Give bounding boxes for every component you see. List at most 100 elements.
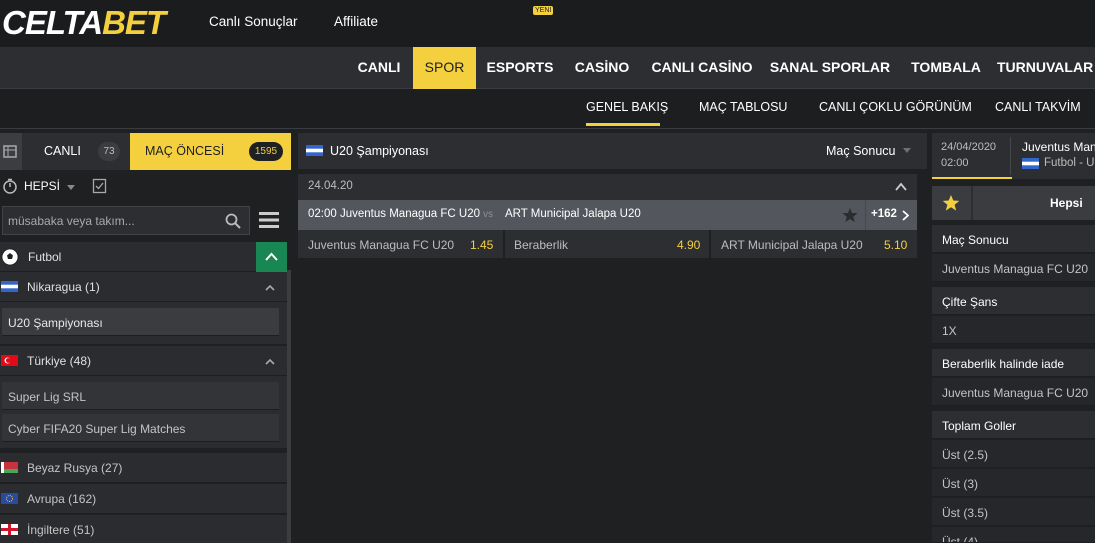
match-date: 24/04/2020 — [941, 141, 997, 153]
live-count-badge: 73 — [98, 142, 120, 161]
sport-row-futbol[interactable]: Futbol — [0, 242, 256, 272]
checklist-icon[interactable] — [92, 178, 108, 197]
europe-flag-icon — [1, 493, 18, 504]
country-label: Beyaz Rusya (27) — [27, 461, 123, 475]
nav-esports[interactable]: ESPORTS — [481, 47, 559, 89]
market-header-beraberlik-iade[interactable]: Beraberlik halinde iade — [932, 349, 1095, 377]
tab-canli-label: CANLI — [44, 144, 81, 158]
nicaragua-flag-icon — [1, 281, 18, 292]
nav-casino[interactable]: CASİNO — [567, 47, 637, 89]
date-row: 24.04.20 — [298, 174, 917, 200]
chevron-down-icon[interactable] — [902, 147, 912, 155]
divider — [1010, 137, 1011, 175]
chevron-right-icon[interactable] — [902, 210, 909, 221]
soccer-ball-icon — [1, 248, 19, 266]
tab-mac-oncesi[interactable]: MAÇ ÖNCESİ 1595 — [130, 133, 291, 170]
chevron-up-icon[interactable] — [895, 182, 907, 191]
market-option[interactable]: Juventus Managua FC U20 — [932, 378, 1095, 406]
brand-logo[interactable]: CELTABET — [2, 4, 166, 42]
subnav-canli-coklu[interactable]: CANLI ÇOKLU GÖRÜNÜM — [819, 100, 972, 114]
market-option[interactable]: Juventus Managua FC U20 — [932, 254, 1095, 282]
star-icon — [942, 195, 960, 211]
nav-canli-casino[interactable]: CANLI CASİNO — [645, 47, 759, 89]
nicaragua-flag-icon — [1022, 158, 1039, 169]
match-time: 02:00 — [308, 208, 337, 220]
live-results-link[interactable]: Canlı Sonuçlar — [209, 14, 298, 29]
sidebar-scrollbar[interactable] — [287, 270, 291, 543]
market-option[interactable]: Üst (4) — [932, 527, 1095, 543]
country-label: Türkiye (48) — [27, 354, 92, 368]
time-filter-select[interactable]: HEPSİ — [24, 179, 60, 193]
active-tab-underline — [586, 123, 660, 126]
away-team: ART Municipal Jalapa U20 — [505, 208, 641, 220]
chevron-up-icon[interactable] — [265, 283, 275, 293]
league-item-cyber-fifa20[interactable]: Cyber FIFA20 Super Lig Matches — [2, 414, 279, 442]
subnav-genel-bakis[interactable]: GENEL BAKIŞ — [586, 100, 668, 114]
search-icon[interactable] — [225, 213, 241, 229]
league-label: Futbol - U — [1044, 157, 1095, 169]
timer-icon[interactable] — [2, 178, 18, 197]
new-badge: YENİ — [533, 6, 554, 15]
sport-label: Futbol — [28, 250, 62, 264]
market-header-mac-sonucu[interactable]: Maç Sonucu — [932, 225, 1095, 253]
market-header-cifte-sans[interactable]: Çifte Şans — [932, 287, 1095, 315]
country-row-beyaz-rusya[interactable]: Beyaz Rusya (27) — [0, 453, 287, 483]
calendar-icon-button[interactable] — [0, 133, 22, 170]
tab-mac-oncesi-label: MAÇ ÖNCESİ — [145, 144, 225, 158]
country-label: İngiltere (51) — [27, 523, 95, 537]
divider — [865, 200, 866, 230]
england-flag-icon — [1, 524, 18, 535]
calendar-icon — [3, 145, 17, 158]
vs-label: vs — [483, 209, 493, 220]
chevron-up-icon[interactable] — [265, 357, 275, 367]
nav-turnuvalar[interactable]: TURNUVALAR — [997, 47, 1095, 89]
country-row-avrupa[interactable]: Avrupa (162) — [0, 484, 287, 514]
star-icon[interactable] — [842, 207, 858, 223]
more-markets-count[interactable]: +162 — [871, 208, 897, 220]
odd-home[interactable]: Juventus Managua FC U20 1.45 — [298, 230, 503, 258]
market-header-toplam-goller[interactable]: Toplam Goller — [932, 411, 1095, 439]
subnav-mac-tablosu[interactable]: MAÇ TABLOSU — [699, 100, 787, 114]
pre-count-badge: 1595 — [249, 142, 283, 161]
selected-match-card[interactable]: 24/04/2020 02:00 Juventus Mana Futbol - … — [932, 133, 1095, 179]
belarus-flag-icon — [1, 462, 18, 473]
favorites-tab[interactable] — [932, 186, 971, 220]
country-row-nikaragua[interactable]: Nikaragua (1) — [0, 272, 287, 302]
team-name: Juventus Mana — [1022, 140, 1095, 154]
affiliate-link[interactable]: Affiliate — [334, 14, 378, 29]
turkey-flag-icon — [1, 355, 18, 366]
chevron-down-icon[interactable] — [66, 181, 76, 195]
nav-spor[interactable]: SPOR — [413, 47, 476, 89]
chevron-up-icon — [265, 252, 278, 261]
nav-canli[interactable]: CANLI — [346, 47, 412, 89]
market-tabs: Hepsi — [932, 186, 1095, 220]
match-time: 02:00 — [941, 157, 969, 169]
league-title: U20 Şampiyonası — [330, 144, 429, 158]
country-row-ingiltere[interactable]: İngiltere (51) — [0, 515, 287, 543]
tab-canli[interactable]: CANLI 73 — [22, 133, 130, 170]
search-input[interactable] — [3, 207, 213, 234]
subnav-canli-takvim[interactable]: CANLI TAKVİM — [995, 100, 1081, 114]
nicaragua-flag-icon — [306, 145, 323, 156]
collapse-futbol-button[interactable] — [256, 242, 287, 272]
menu-icon[interactable] — [259, 211, 279, 232]
home-team: Juventus Managua FC U20 — [340, 208, 480, 220]
market-option[interactable]: Üst (3) — [932, 469, 1095, 497]
match-row[interactable]: 02:00 Juventus Managua FC U20 vs ART Mun… — [298, 200, 917, 230]
market-option[interactable]: 1X — [932, 316, 1095, 344]
market-option[interactable]: Üst (2.5) — [932, 440, 1095, 468]
country-label: Avrupa (162) — [27, 492, 97, 506]
nav-sanal-sporlar[interactable]: SANAL SPORLAR — [767, 47, 893, 89]
market-option[interactable]: Üst (3.5) — [932, 498, 1095, 526]
match-date: 24.04.20 — [308, 180, 353, 192]
nav-tombala[interactable]: TOMBALA — [903, 47, 989, 89]
search-box[interactable] — [2, 206, 250, 235]
league-item-super-lig-srl[interactable]: Super Lig SRL — [2, 382, 279, 410]
odd-away[interactable]: ART Municipal Jalapa U20 5.10 — [711, 230, 917, 258]
league-item-u20[interactable]: U20 Şampiyonası — [2, 308, 279, 336]
odd-draw[interactable]: Beraberlik 4.90 — [505, 230, 709, 258]
tab-hepsi[interactable]: Hepsi — [973, 186, 1095, 220]
country-label: Nikaragua (1) — [27, 280, 100, 294]
country-row-turkiye[interactable]: Türkiye (48) — [0, 346, 287, 376]
market-select[interactable]: Maç Sonucu — [826, 144, 895, 158]
